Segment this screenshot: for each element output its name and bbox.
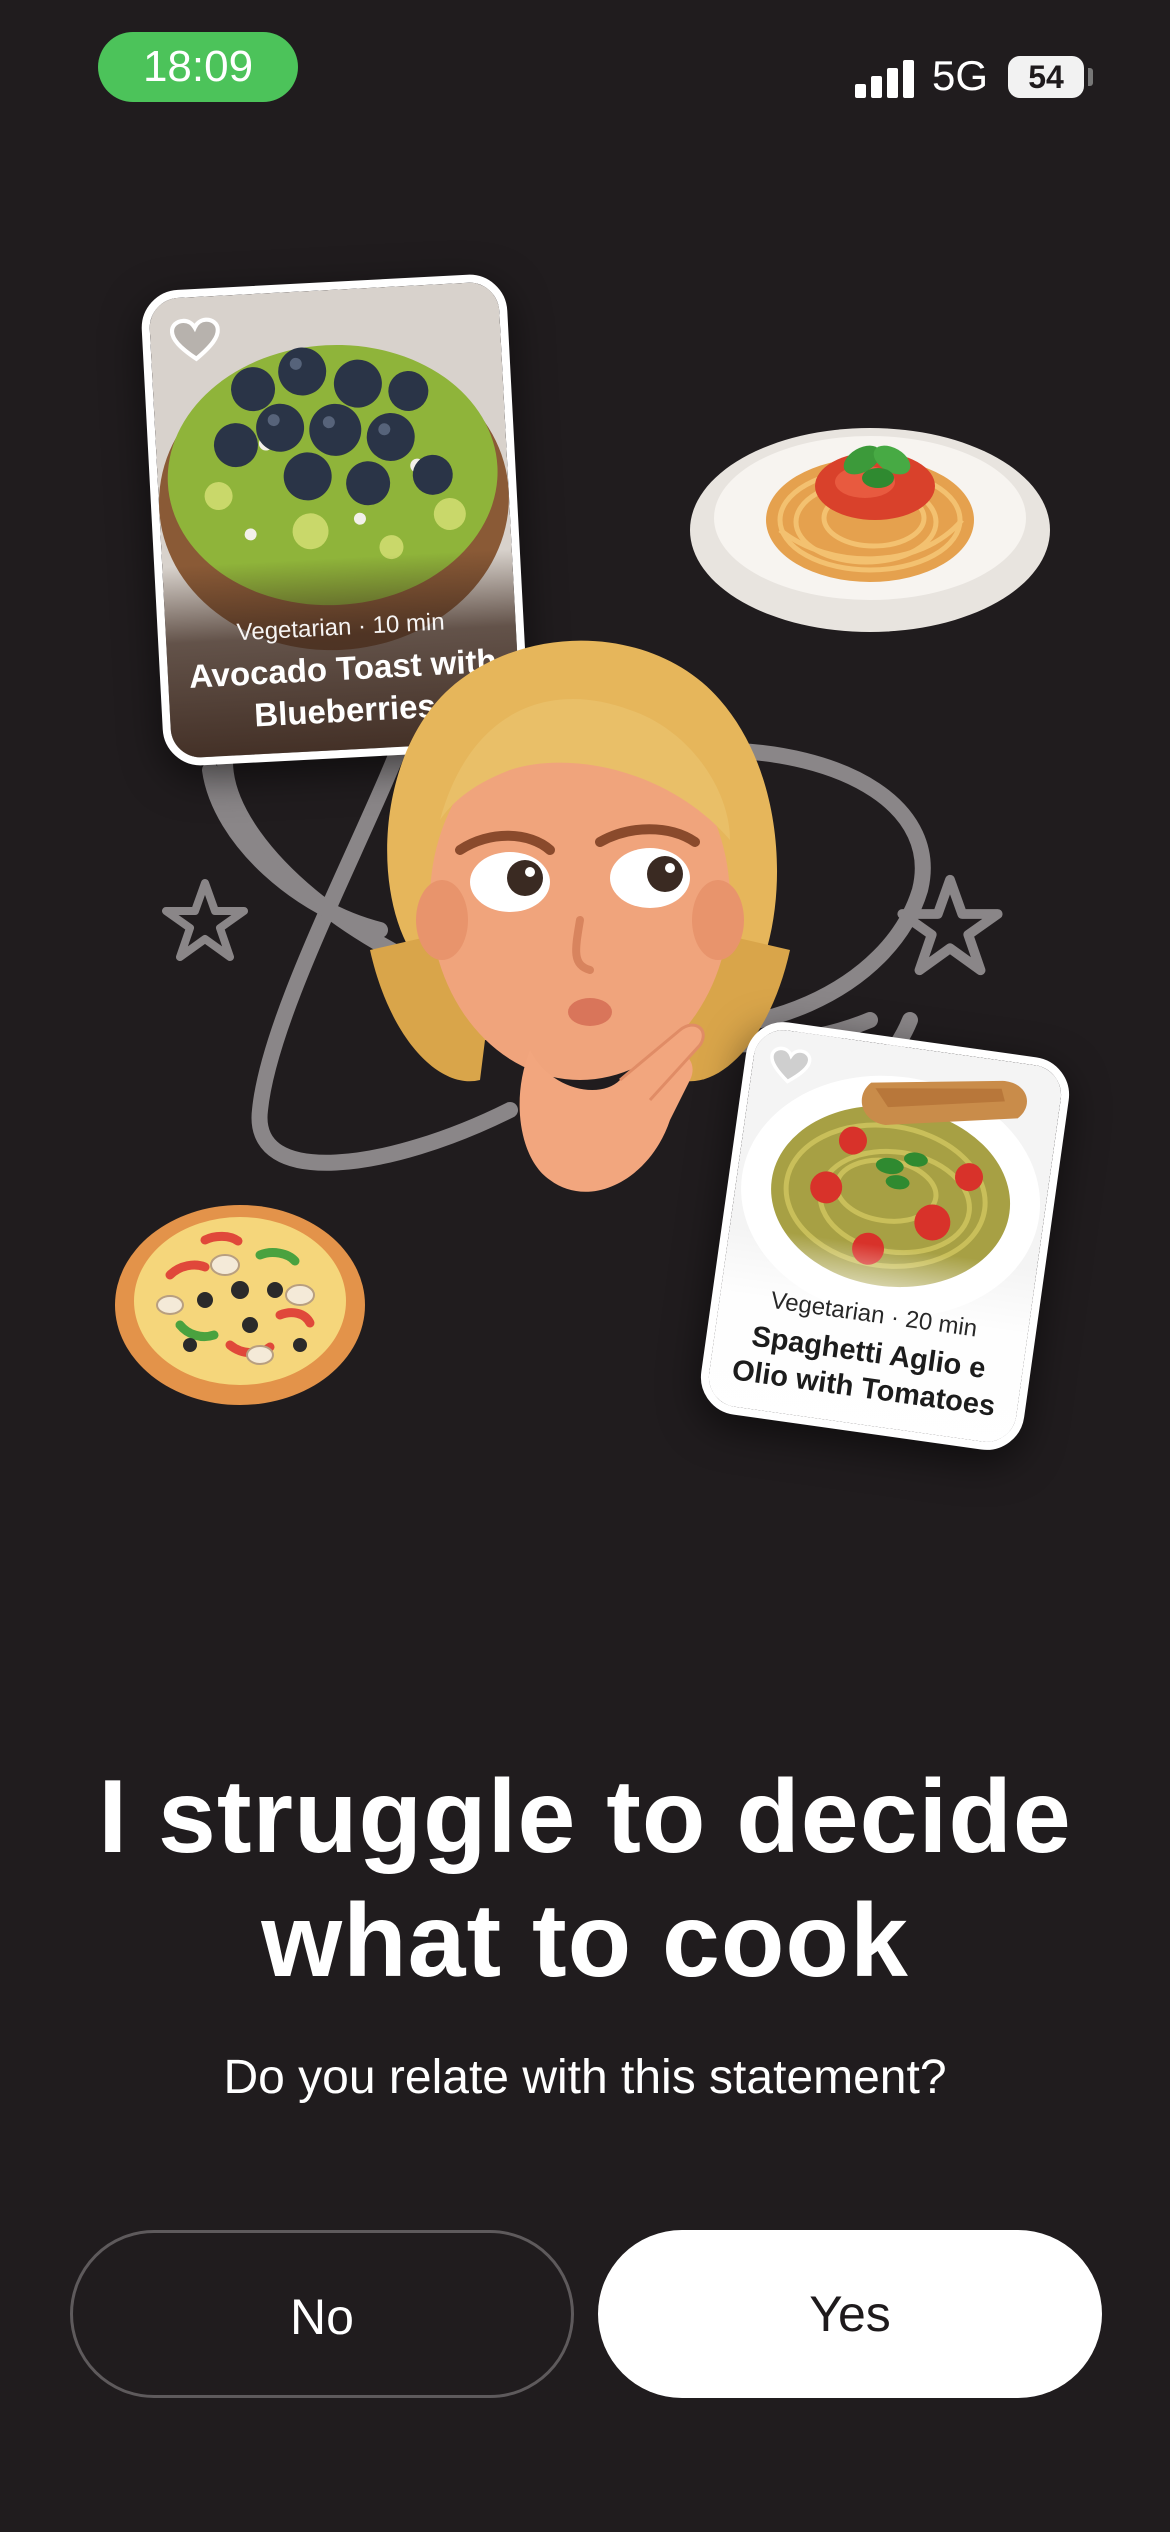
pizza-illustration <box>115 1205 365 1405</box>
cellular-signal-icon <box>855 60 915 98</box>
battery-level: 54 <box>1028 59 1064 95</box>
battery-icon: 54 <box>1008 56 1084 98</box>
star-left-icon <box>162 879 248 961</box>
page-title: I struggle to decide what to cook <box>0 1755 1170 2003</box>
status-bar: 18:09 5G 54 <box>0 0 1170 140</box>
status-time: 18:09 <box>98 32 298 102</box>
yes-button[interactable]: Yes <box>598 2230 1102 2398</box>
page-title-line-1: I struggle to decide <box>98 1759 1072 1875</box>
heart-icon[interactable] <box>766 1044 813 1087</box>
heart-icon[interactable] <box>169 316 221 365</box>
network-type: 5G <box>932 52 989 99</box>
battery-tip <box>1088 68 1093 86</box>
recipe-card-spaghetti: Vegetarian · 20 min Spaghetti Aglio e Ol… <box>696 1017 1074 1455</box>
star-right-icon <box>897 874 1003 976</box>
hero-illustration: Vegetarian · 10 min Avocado Toast with B… <box>0 250 1170 1480</box>
spaghetti-plate-illustration <box>690 428 1050 632</box>
page-title-line-2: what to cook <box>261 1883 909 1999</box>
no-button[interactable]: No <box>70 2230 574 2398</box>
question-subtitle: Do you relate with this statement? <box>223 2051 947 2104</box>
